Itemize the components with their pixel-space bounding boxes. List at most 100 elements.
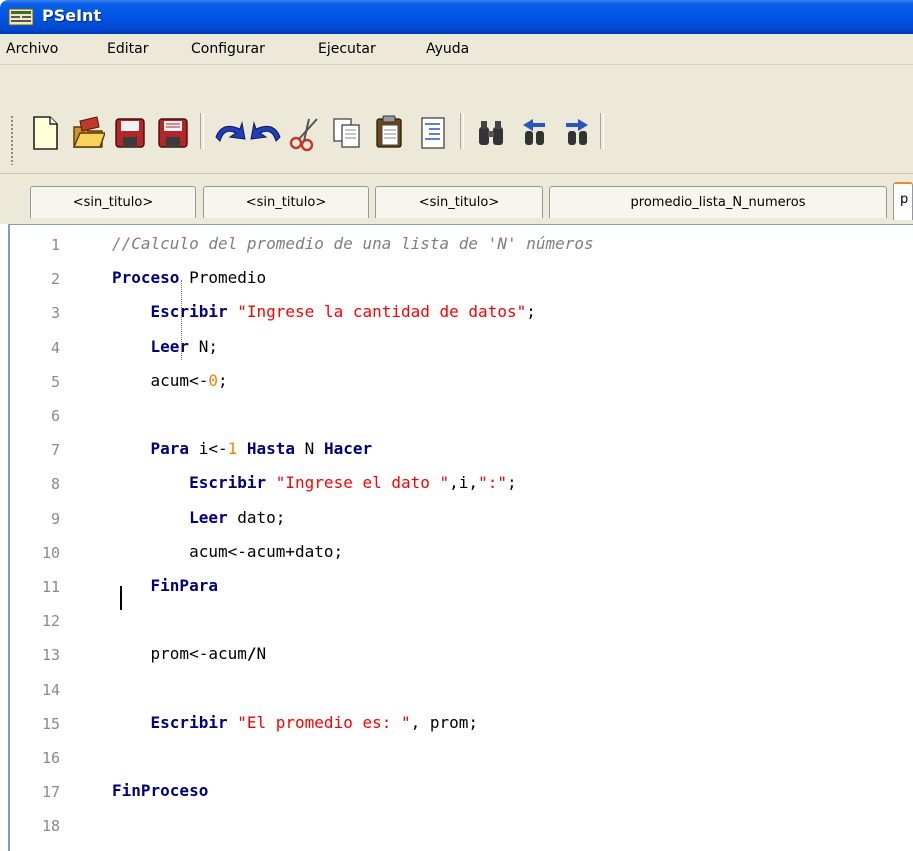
line-number: 7 [50,441,60,460]
code-token: //Calculo del promedio de una lista de '… [112,234,594,253]
line-number: 3 [50,304,60,323]
line-number: 6 [50,407,60,425]
code-token: i<- [189,439,228,459]
code-line[interactable]: Leer dato; [112,508,285,527]
copy-icon[interactable] [330,113,364,153]
toolbar [0,65,913,174]
code-token: Escribir [150,302,228,322]
code-token: Hasta [246,439,296,459]
code-token: N [256,644,267,664]
menu-configurar[interactable]: Configurar [191,41,265,57]
tab-sin-titulo-3[interactable]: <sin_titulo> [375,186,543,218]
new-file-icon[interactable] [28,113,62,153]
code-token: FinProceso [112,781,209,801]
code-token: Leer [189,507,228,527]
code-token: Escribir [189,473,267,493]
run-icon[interactable] [903,113,913,153]
code-token: , prom; [410,712,479,732]
code-token: Hacer [323,439,373,459]
code-token: Promedio [179,268,267,288]
menu-archivo[interactable]: Archivo [6,41,58,57]
code-line[interactable]: FinPara [112,576,218,595]
line-number: 8 [50,475,60,494]
code-line[interactable]: Escribir "Ingrese la cantidad de datos"; [112,302,536,321]
find-icon[interactable] [474,113,508,153]
undo-icon[interactable] [212,113,246,153]
code-token: FinPara [150,576,218,595]
paste-icon[interactable] [373,113,407,153]
code-line[interactable]: Escribir "El promedio es: ", prom; [112,712,479,732]
line-number: 17 [41,783,60,802]
code-line[interactable]: prom<-acum/N [112,644,267,664]
tab-sin-titulo-2[interactable]: <sin_titulo> [203,186,369,218]
code-line[interactable]: Para i<-1 Hasta N Hacer [112,439,373,459]
line-number: 9 [50,509,60,528]
menu-bar: Archivo Editar Configurar Ejecutar Ayuda [0,34,913,65]
save-as-icon[interactable] [156,113,190,153]
save-icon[interactable] [113,113,147,153]
indent-guide [181,280,182,360]
menu-ejecutar[interactable]: Ejecutar [318,41,376,57]
title-bar: PSeInt [0,0,913,34]
code-token: acum<- [112,370,209,390]
code-token: acum<-acum+dato; [112,541,344,561]
redo-icon[interactable] [250,113,284,153]
line-number: 4 [50,338,60,357]
code-token: ; [526,302,536,322]
code-token: Para [150,439,190,459]
tab-sin-titulo-1[interactable]: <sin_titulo> [30,186,196,218]
code-token: N; [189,336,218,356]
code-token: Leer [150,336,190,356]
line-number: 11 [41,578,60,596]
menu-editar[interactable]: Editar [107,41,148,57]
line-number: 15 [41,714,60,733]
line-number: 1 [50,236,60,254]
code-line[interactable]: FinProceso [112,781,208,800]
code-line[interactable]: acum<-0; [112,371,228,390]
code-token: ; [506,473,517,493]
code-token: dato; [227,507,286,527]
find-next-icon[interactable] [560,113,594,153]
code-token: prom<-acum [112,644,247,664]
code-token: "El promedio es: " [237,712,411,732]
code-token: ,i, [449,473,479,493]
cut-icon[interactable] [287,113,321,153]
toolbar-separator [200,113,204,149]
code-line[interactable]: Escribir "Ingrese el dato ",i,":"; [112,473,517,492]
code-token: 1 [227,439,238,459]
find-previous-icon[interactable] [517,113,551,153]
code-line[interactable]: acum<-acum+dato; [112,542,343,561]
code-token: ; [217,370,228,390]
code-line[interactable]: //Calculo del promedio de una lista de '… [112,234,594,253]
line-number: 2 [50,270,60,289]
open-folder-icon[interactable] [71,113,105,153]
code-token: / [246,644,257,664]
toolbar-separator [600,113,604,149]
indent-icon[interactable] [416,113,450,153]
code-token: N [295,439,324,459]
line-number: 10 [41,543,60,562]
code-token: "Ingrese el dato " [275,473,450,493]
line-number: 18 [41,817,60,836]
code-token: Escribir [150,712,228,732]
tab-active[interactable]: p [893,182,913,220]
tab-promedio-lista[interactable]: promedio_lista_N_numeros [549,186,887,218]
code-token: 0 [208,370,218,390]
code-line[interactable]: Proceso Promedio [112,268,266,287]
menu-ayuda[interactable]: Ayuda [426,41,469,57]
tab-bar: <sin_titulo> <sin_titulo> <sin_titulo> p… [0,174,913,224]
code-line[interactable]: Leer N; [112,337,218,356]
toolbar-grip[interactable] [10,115,14,165]
toolbar-separator [460,113,464,149]
line-number: 12 [41,612,60,631]
pseint-app-icon[interactable] [8,7,34,27]
